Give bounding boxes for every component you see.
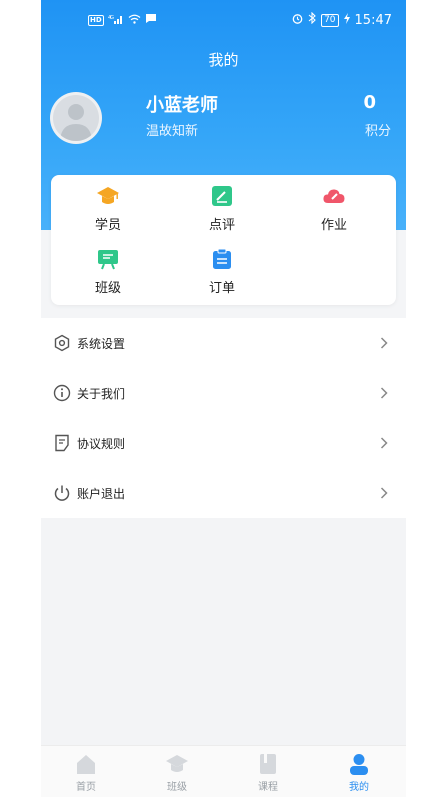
menu-item-label: 关于我们 [77,387,126,401]
menu-item-about-us[interactable]: 关于我们 [41,368,406,418]
bluetooth-icon [308,11,316,28]
status-time: 15:47 [354,12,392,28]
battery-indicator: 70 [321,13,339,27]
quick-actions-card: 学员 点评 作业 班级 订单 [51,175,396,305]
tab-home[interactable]: 首页 [56,752,116,793]
menu-item-logout[interactable]: 账户退出 [41,468,406,518]
cloud-pencil-icon [323,189,345,203]
menu-item-label: 协议规则 [77,437,126,451]
quick-action-label: 点评 [208,218,235,233]
tab-label: 课程 [258,782,278,793]
phone-screen: HD 4G 70 15:47 我的 小蓝老师 温故知新 0 积分 学员 点评 作… [41,0,406,797]
settings-menu: 系统设置 关于我们 协议规则 账户退出 [41,318,406,518]
tab-label: 首页 [76,782,96,793]
user-icon [350,754,368,775]
points-label: 积分 [364,124,391,139]
charging-icon [343,12,350,28]
user-motto: 温故知新 [146,124,199,139]
tab-class[interactable]: 班级 [147,752,207,793]
clipboard-icon [213,248,231,269]
quick-action-orders[interactable]: 订单 [182,247,262,296]
quick-action-class[interactable]: 班级 [68,247,148,296]
points-value[interactable]: 0 [363,92,376,113]
page-title: 我的 [208,51,239,69]
tab-mine[interactable]: 我的 [329,752,389,793]
menu-item-label: 账户退出 [77,487,126,501]
menu-item-system-settings[interactable]: 系统设置 [41,318,406,368]
hd-badge: HD [88,15,104,26]
menu-item-label: 系统设置 [77,337,126,351]
chevron-right-icon [380,487,388,499]
graduation-cap-icon [166,755,188,772]
chevron-right-icon [380,437,388,449]
home-icon [77,755,95,774]
default-avatar-icon [60,104,92,141]
tab-label: 我的 [349,782,369,793]
status-bar: HD 4G 70 15:47 [41,9,406,33]
tab-course[interactable]: 课程 [238,752,298,793]
menu-item-agreement-rules[interactable]: 协议规则 [41,418,406,468]
message-icon [145,13,157,28]
quick-action-review[interactable]: 点评 [182,184,262,233]
document-icon [55,434,69,452]
network-type: 4G [108,15,114,21]
chevron-right-icon [380,387,388,399]
bottom-tab-bar: 首页 班级 课程 我的 [41,745,406,797]
avatar[interactable] [50,92,102,144]
edit-note-icon [212,186,232,206]
quick-action-label: 学员 [94,218,121,233]
right-margin [406,0,447,797]
graduation-cap-icon [97,187,119,204]
class-board-icon [98,250,118,270]
status-left: HD 4G [88,13,157,28]
tab-label: 班级 [167,782,187,793]
chevron-right-icon [380,337,388,349]
signal-icon: 4G [108,14,124,27]
quick-action-homework[interactable]: 作业 [294,184,374,233]
power-icon [54,485,70,501]
quick-action-label: 订单 [208,281,235,296]
wifi-icon [128,13,141,28]
user-name: 小蓝老师 [146,95,218,116]
quick-action-students[interactable]: 学员 [68,184,148,233]
left-margin [0,0,41,797]
quick-action-label: 班级 [94,281,121,296]
status-right: 70 15:47 [292,11,392,28]
alarm-icon [292,13,303,28]
quick-action-label: 作业 [320,218,347,233]
settings-hexagon-icon [54,334,70,352]
book-icon [260,754,276,774]
info-circle-icon [53,384,71,402]
